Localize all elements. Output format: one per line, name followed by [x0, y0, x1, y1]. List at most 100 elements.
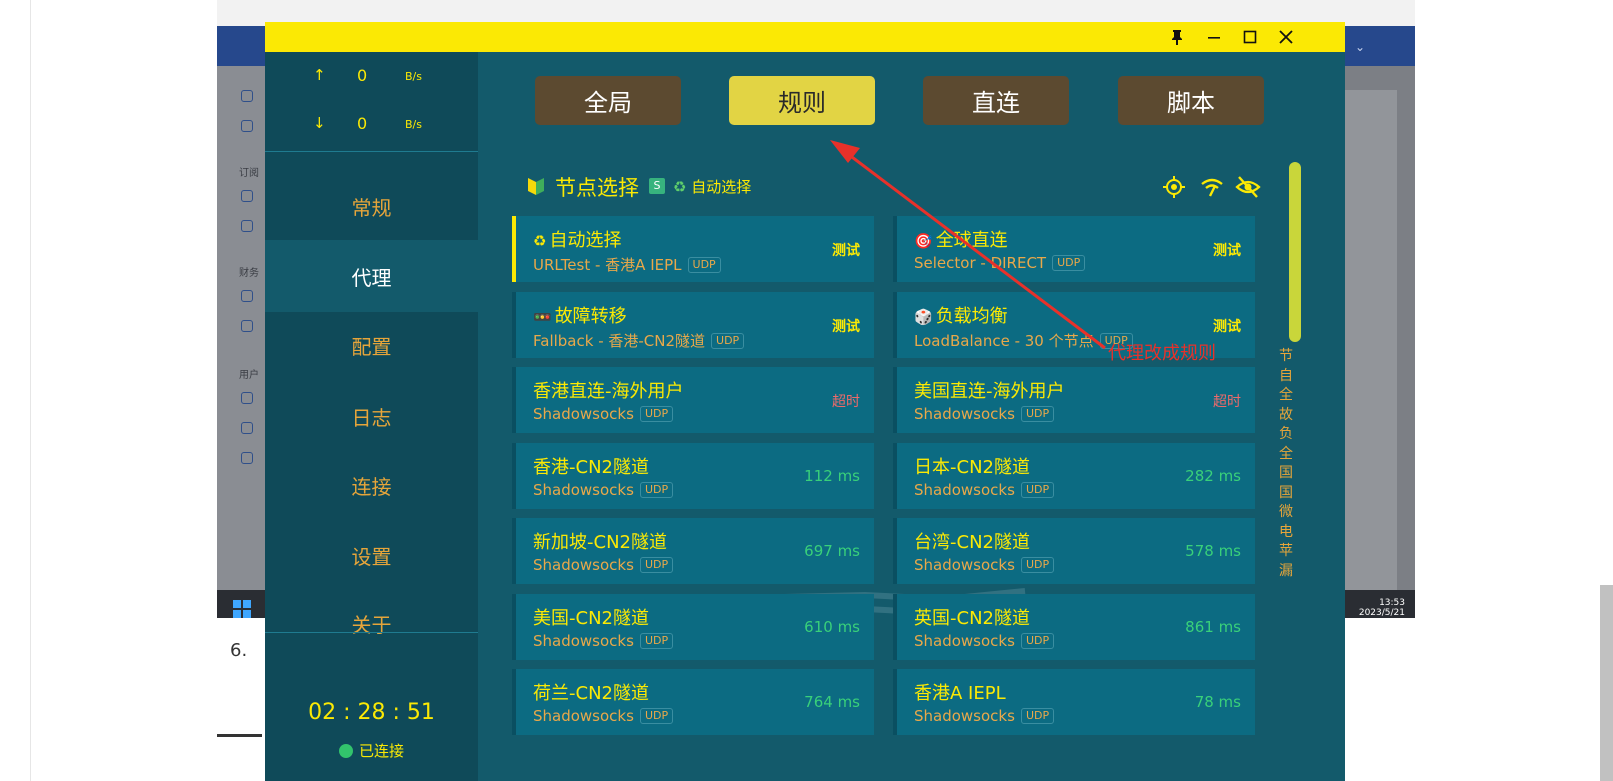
mode-direct-button[interactable]: 直连 [923, 76, 1069, 125]
proxy-delay[interactable]: 超时 [832, 391, 860, 411]
proxy-name-label: 自动选择 [549, 230, 622, 251]
proxy-type: Shadowsocks UDP [914, 632, 1055, 650]
hide-icon[interactable] [1235, 174, 1261, 200]
proxy-list-scrollbar[interactable] [1289, 162, 1301, 342]
upload-value: 0 [357, 66, 368, 85]
proxy-card[interactable]: 🎯 全球直连 Selector - DIRECT UDP 测试 [893, 216, 1255, 282]
mode-rule-button[interactable]: 规则 [729, 76, 875, 125]
proxy-card[interactable]: 美国-CN2隧道 Shadowsocks UDP 610 ms [512, 594, 874, 660]
proxy-delay[interactable]: 超时 [1213, 391, 1241, 411]
background-sidebar-label: 用户 [239, 370, 259, 381]
proxy-card[interactable]: 日本-CN2隧道 Shadowsocks UDP 282 ms [893, 443, 1255, 509]
proxy-type-label: Shadowsocks [914, 707, 1015, 725]
group-index-item[interactable]: 负 [1271, 425, 1301, 445]
udp-badge: UDP [1020, 406, 1055, 422]
proxy-card[interactable]: 台湾-CN2隧道 Shadowsocks UDP 578 ms [893, 518, 1255, 584]
proxy-type: Shadowsocks UDP [533, 707, 674, 725]
proxy-type: URLTest - 香港A IEPL UDP [533, 254, 721, 275]
background-rocket-icon [241, 190, 253, 202]
proxy-delay[interactable]: 764 ms [804, 693, 860, 711]
proxy-delay[interactable]: 861 ms [1185, 618, 1241, 636]
speed-test-icon[interactable] [1199, 174, 1225, 200]
download-speed: ↓ 0 B/s [265, 108, 478, 138]
mode-global-button[interactable]: 全局 [535, 76, 681, 125]
proxy-delay[interactable]: 测试 [1213, 316, 1241, 336]
nav-item-connections[interactable]: 连接 [265, 449, 478, 521]
proxy-delay[interactable]: 697 ms [804, 542, 860, 560]
proxy-delay[interactable]: 112 ms [804, 467, 860, 485]
group-selected-proxy: ♻ 自动选择 [673, 176, 751, 197]
taskbar-clock: 13:53 2023/5/21 [1359, 598, 1405, 618]
proxy-name-label: 美国直连-海外用户 [914, 381, 1065, 402]
nav-item-profiles[interactable]: 配置 [265, 310, 478, 380]
window-title-bar[interactable] [265, 22, 1345, 52]
recycle-icon: ♻ [673, 178, 687, 196]
proxy-name-label: 台湾-CN2隧道 [914, 532, 1030, 553]
beginner-leaf-icon [528, 178, 544, 195]
proxy-card[interactable]: ♻ 自动选择 URLTest - 香港A IEPL UDP 测试 [512, 216, 874, 282]
proxy-delay[interactable]: 578 ms [1185, 542, 1241, 560]
nav-item-settings[interactable]: 设置 [265, 519, 478, 591]
proxy-card[interactable]: 新加坡-CN2隧道 Shadowsocks UDP 697 ms [512, 518, 874, 584]
minimize-icon[interactable] [1199, 24, 1229, 50]
proxy-card[interactable]: 香港直连-海外用户 Shadowsocks UDP 超时 [512, 367, 874, 433]
group-index-item[interactable]: 自 [1271, 367, 1301, 387]
nav-item-general[interactable]: 常规 [265, 170, 478, 242]
proxy-name: 🚥 故障转移 [533, 302, 627, 328]
group-index-item[interactable]: 故 [1271, 406, 1301, 426]
background-divider [30, 0, 31, 781]
background-user-icon [241, 392, 253, 404]
maximize-icon[interactable] [1235, 24, 1265, 50]
proxy-delay[interactable]: 测试 [832, 316, 860, 336]
udp-badge: UDP [639, 482, 674, 498]
proxy-name-label: 负载均衡 [935, 306, 1008, 327]
group-index-item[interactable]: 电 [1271, 523, 1301, 543]
group-index-item[interactable]: 全 [1271, 445, 1301, 465]
download-value: 0 [357, 114, 368, 133]
mode-script-button[interactable]: 脚本 [1118, 76, 1264, 125]
udp-badge: UDP [711, 332, 745, 349]
proxy-delay[interactable]: 282 ms [1185, 467, 1241, 485]
udp-badge: UDP [1020, 708, 1055, 724]
windows-logo-icon [233, 600, 251, 618]
proxy-type: Shadowsocks UDP [533, 481, 674, 499]
proxy-card[interactable]: 香港-CN2隧道 Shadowsocks UDP 112 ms [512, 443, 874, 509]
proxy-delay[interactable]: 测试 [1213, 240, 1241, 260]
proxy-type-label: Selector - DIRECT [914, 254, 1047, 272]
nav-item-about[interactable]: 关于 [265, 587, 478, 659]
group-index-item[interactable]: 全 [1271, 386, 1301, 406]
proxy-name-label: 故障转移 [554, 306, 627, 327]
proxy-emoji-icon: 🎲 [914, 308, 933, 326]
proxy-card[interactable]: 香港A IEPL Shadowsocks UDP 78 ms [893, 669, 1255, 735]
pin-icon[interactable] [1162, 24, 1192, 50]
udp-badge: UDP [1020, 633, 1055, 649]
group-index-item[interactable]: 苹 [1271, 542, 1301, 562]
connection-status: 已连接 [265, 740, 478, 761]
proxy-name: 🎯 全球直连 [914, 226, 1008, 252]
proxy-name: 荷兰-CN2隧道 [533, 679, 649, 705]
proxy-type: Shadowsocks UDP [533, 632, 674, 650]
proxy-delay[interactable]: 测试 [832, 240, 860, 260]
nav-item-proxies[interactable]: 代理 [265, 240, 478, 312]
group-index-item[interactable]: 国 [1271, 464, 1301, 484]
proxy-name: 美国直连-海外用户 [914, 377, 1065, 403]
group-index-item[interactable]: 国 [1271, 484, 1301, 504]
proxy-type: Shadowsocks UDP [914, 556, 1055, 574]
close-icon[interactable] [1271, 24, 1301, 50]
proxy-delay[interactable]: 78 ms [1195, 693, 1241, 711]
group-index-item[interactable]: 微 [1271, 503, 1301, 523]
proxy-card[interactable]: 🚥 故障转移 Fallback - 香港-CN2隧道 UDP 测试 [512, 292, 874, 358]
proxy-card[interactable]: 英国-CN2隧道 Shadowsocks UDP 861 ms [893, 594, 1255, 660]
nav-item-logs[interactable]: 日志 [265, 380, 478, 452]
proxy-emoji-icon: 🎯 [914, 232, 933, 250]
proxy-group-header: 节点选择 S ♻ 自动选择 [527, 172, 1262, 202]
udp-badge: UDP [639, 708, 674, 724]
proxy-card[interactable]: 荷兰-CN2隧道 Shadowsocks UDP 764 ms [512, 669, 874, 735]
locate-icon[interactable] [1161, 174, 1187, 200]
proxy-card[interactable]: 美国直连-海外用户 Shadowsocks UDP 超时 [893, 367, 1255, 433]
group-index-item[interactable]: 漏 [1271, 562, 1301, 582]
proxy-type-label: Fallback - 香港-CN2隧道 [533, 332, 706, 350]
page-scrollbar[interactable] [1600, 585, 1613, 781]
proxy-delay[interactable]: 610 ms [804, 618, 860, 636]
group-index-item[interactable]: 节 [1271, 347, 1301, 367]
